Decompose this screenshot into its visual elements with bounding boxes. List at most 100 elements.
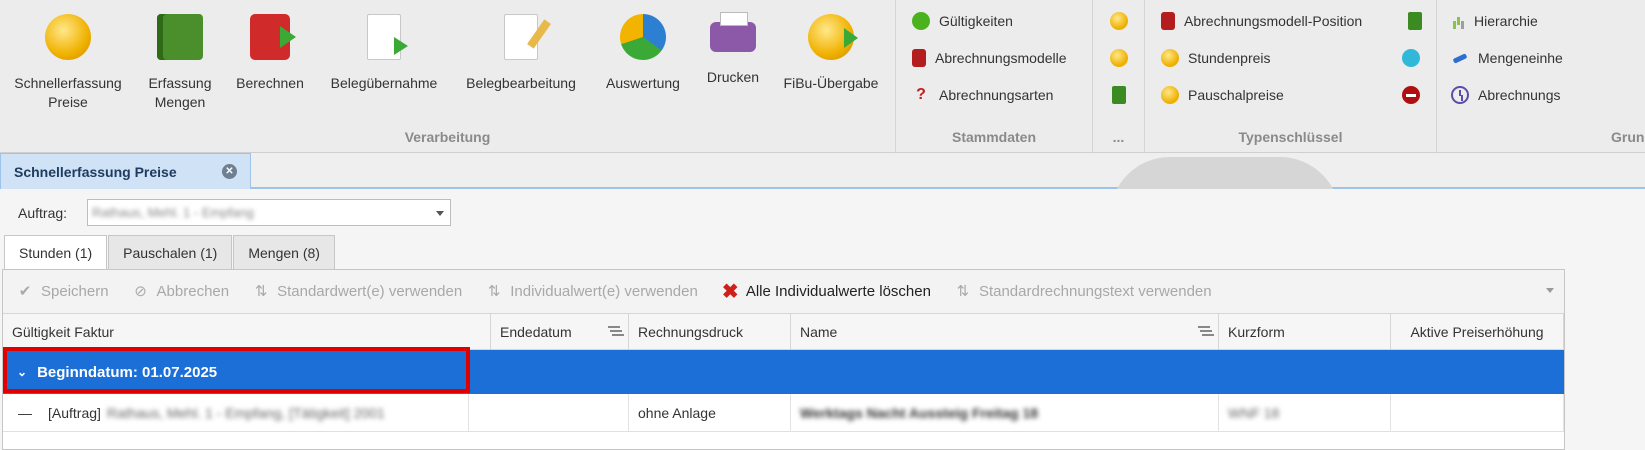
abrechnungsmodelle-button[interactable]: Abrechnungsmodelle — [912, 47, 1067, 69]
notebook-icon — [157, 14, 203, 60]
filter-icon[interactable] — [1198, 326, 1210, 336]
button-label: Schnellerfassung Preise — [14, 75, 122, 110]
cell-endedatum[interactable] — [469, 394, 629, 432]
content-panel: Auftrag: Rathaus, Mehl. 1 - Empfang Stun… — [0, 189, 1645, 450]
grid-panel: ✔ Speichern ⊘ Abbrechen ⇅ Standardwert(e… — [2, 269, 1565, 450]
chevron-down-icon[interactable] — [436, 211, 444, 216]
hierarchie-button[interactable]: Hierarchie — [1451, 10, 1538, 32]
tab-pauschalen[interactable]: Pauschalen (1) — [108, 235, 233, 269]
button-label: Pauschalpreise — [1188, 87, 1284, 103]
drucken-button[interactable]: Drucken — [698, 8, 768, 87]
printer-icon — [710, 12, 756, 52]
red-x-icon: ✖ — [721, 280, 739, 303]
green-circle-icon — [912, 12, 930, 30]
button-label: Belegübernahme — [330, 75, 438, 91]
row-prefix: [Auftrag] — [48, 405, 101, 421]
button-label: Abrechnungs — [1478, 87, 1561, 103]
cyan-circle-button[interactable] — [1402, 47, 1429, 69]
abrechnungszeitraum-button[interactable]: Abrechnungs — [1451, 84, 1561, 106]
clock-icon — [1451, 86, 1469, 104]
coin-icon — [1110, 12, 1128, 30]
question-mark-icon: ? — [916, 86, 926, 103]
swap-icon: ⇅ — [487, 282, 501, 300]
table-row[interactable]: — [Auftrag] Rathaus, Mehl. 1 - Empfang, … — [3, 394, 1564, 432]
tab-stunden[interactable]: Stunden (1) — [4, 235, 108, 270]
coins-icon — [1161, 86, 1179, 104]
chevron-down-icon[interactable]: ⌄ — [17, 365, 27, 379]
gueltigkeiten-button[interactable]: Gültigkeiten — [912, 10, 1013, 32]
individualwert-button[interactable]: ⇅ Individualwert(e) verwenden — [486, 283, 698, 300]
stundenpreis-button[interactable]: Stundenpreis — [1161, 47, 1271, 69]
swap-icon: ⇅ — [956, 282, 970, 300]
button-label: Speichern — [41, 283, 109, 300]
green-book-button[interactable] — [1408, 10, 1431, 32]
group-label-typenschluessel: Typenschlüssel — [1238, 129, 1343, 145]
button-label: Standardwert(e) verwenden — [277, 283, 463, 300]
auswertung-button[interactable]: Auswertung — [598, 8, 688, 93]
document-import-icon — [367, 14, 408, 60]
close-icon[interactable]: ✕ — [222, 164, 237, 179]
filter-icon[interactable] — [608, 326, 620, 336]
cell-gueltigkeit-faktur: — [Auftrag] Rathaus, Mehl. 1 - Empfang, … — [3, 394, 469, 432]
col-rechnungsdruck[interactable]: Rechnungsdruck — [629, 314, 791, 350]
coins-small-button[interactable] — [1110, 47, 1137, 69]
col-endedatum[interactable]: Endedatum — [491, 314, 629, 350]
toolbar-overflow-icon[interactable] — [1546, 288, 1554, 293]
coin-icon — [1161, 49, 1179, 67]
ribbon-group-grund: Hierarchie Mengeneinhe Abrechnungs Grund — [1437, 0, 1645, 153]
book-small-button[interactable] — [1112, 84, 1135, 106]
standardwert-button[interactable]: ⇅ Standardwert(e) verwenden — [253, 283, 462, 300]
cancel-button[interactable]: ⊘ Abbrechen — [133, 283, 230, 300]
pie-chart-icon — [620, 14, 666, 60]
coin-export-icon — [808, 14, 858, 60]
group-label-stammdaten: Stammdaten — [951, 129, 1037, 145]
doc-tab-schnellerfassung[interactable]: Schnellerfassung Preise ✕ — [0, 153, 251, 189]
button-label: Abrechnungsmodell-Position — [1184, 13, 1363, 29]
cell-aktive-preiserhoehung[interactable] — [1391, 394, 1564, 432]
auftrag-select[interactable]: Rathaus, Mehl. 1 - Empfang — [87, 199, 451, 226]
save-button[interactable]: ✔ Speichern — [17, 283, 109, 300]
red-box-icon — [1161, 12, 1175, 30]
pauschalpreise-button[interactable]: Pauschalpreise — [1161, 84, 1284, 106]
row-kurzform-text: WNF 18 — [1228, 405, 1280, 421]
erfassung-mengen-button[interactable]: Erfassung Mengen — [138, 8, 222, 112]
grid-header: Gültigkeit Faktur Endedatum Rechnungsdru… — [3, 314, 1564, 350]
belegbearbeitung-button[interactable]: Belegbearbeitung — [456, 8, 586, 93]
abrechnungsarten-button[interactable]: ? Abrechnungsarten — [912, 84, 1053, 106]
document-edit-icon — [504, 14, 538, 60]
grid-toolbar: ✔ Speichern ⊘ Abbrechen ⇅ Standardwert(e… — [3, 270, 1564, 314]
document-tab-strip: Schnellerfassung Preise ✕ — [0, 153, 1645, 189]
bar-chart-icon — [1451, 12, 1465, 30]
cell-rechnungsdruck[interactable]: ohne Anlage — [629, 394, 791, 432]
cell-name[interactable]: Werktags Nacht Aussteig Freitag 18 — [791, 394, 1219, 432]
col-kurzform[interactable]: Kurzform — [1219, 314, 1391, 350]
schnellerfassung-preise-button[interactable]: Schnellerfassung Preise — [6, 8, 130, 112]
mengeneinheiten-button[interactable]: Mengeneinhe — [1451, 47, 1563, 69]
abrechnungsmodell-position-button[interactable]: Abrechnungsmodell-Position — [1161, 10, 1362, 32]
fibu-uebergabe-button[interactable]: FiBu-Übergabe — [776, 8, 886, 93]
col-label: Endedatum — [500, 324, 572, 340]
ribbon-group-collapsed: ... — [1093, 0, 1145, 153]
button-label: Abbrechen — [156, 283, 230, 300]
red-box-icon — [912, 49, 926, 67]
button-label: Abrechnungsmodelle — [935, 50, 1067, 66]
col-aktive-preiserhoehung[interactable]: Aktive Preiserhöhung — [1391, 314, 1564, 350]
book-icon — [1112, 86, 1126, 104]
delete-all-individual-button[interactable]: ✖ Alle Individualwerte löschen — [721, 280, 931, 303]
group-label-grund: Grund — [1611, 129, 1645, 145]
group-row-beginndatum[interactable]: ⌄ Beginndatum: 01.07.2025 — [3, 350, 1564, 394]
button-label: Standardrechnungstext verwenden — [978, 283, 1212, 300]
coin-small-button[interactable] — [1110, 10, 1137, 32]
stop-button[interactable] — [1402, 84, 1429, 106]
standardrechnungstext-button[interactable]: ⇅ Standardrechnungstext verwenden — [955, 283, 1212, 300]
berechnen-button[interactable]: Berechnen — [230, 8, 310, 93]
col-name[interactable]: Name — [791, 314, 1219, 350]
book-icon — [1408, 12, 1422, 30]
tab-bar: Stunden (1) Pauschalen (1) Mengen (8) — [4, 235, 336, 270]
col-gueltigkeit-faktur[interactable]: Gültigkeit Faktur — [3, 314, 491, 350]
tab-mengen[interactable]: Mengen (8) — [233, 235, 335, 269]
cell-kurzform[interactable]: WNF 18 — [1219, 394, 1391, 432]
doc-tab-label: Schnellerfassung Preise — [14, 163, 177, 180]
group-label-more[interactable]: ... — [1093, 129, 1144, 145]
beleguebernahme-button[interactable]: Belegübernahme — [322, 8, 446, 93]
